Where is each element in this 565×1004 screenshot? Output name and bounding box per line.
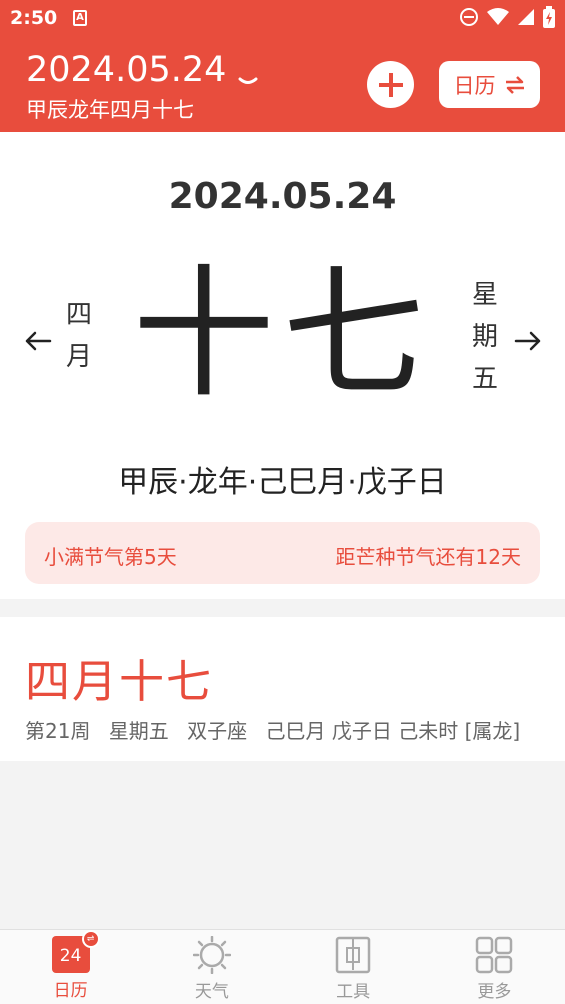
weekday-vertical: 星期五: [471, 280, 498, 394]
solar-term-bar[interactable]: 小满节气第5天 距芒种节气还有12天: [25, 522, 540, 584]
sun-icon: [192, 936, 231, 974]
week-number: 第21周: [25, 719, 91, 743]
toolbox-icon: [335, 936, 371, 974]
grid-icon: [476, 936, 513, 974]
current-solar-term: 小满节气第5天: [44, 545, 177, 569]
nav-label-calendar: 日历: [53, 981, 88, 1001]
calendar-icon: 24 ⇌: [51, 930, 100, 973]
lunar-details: 第21周 星期五 双子座 己巳月 戊子日 己未时 [属龙]: [25, 715, 532, 744]
lunar-title: 四月十七: [25, 655, 214, 708]
notification-icon: A: [73, 10, 87, 26]
calendar-app: 2:50 A 2024.05.24 甲辰龙年四月十七 日历 2024.05.24…: [0, 0, 565, 1004]
nav-label-weather: 天气: [194, 982, 229, 1002]
swap-badge-icon: ⇌: [81, 930, 100, 948]
bottom-navigation: 24 ⇌ 日历 天气 工具 更多: [0, 929, 565, 1004]
zodiac-sign: 双子座: [187, 719, 248, 743]
next-solar-term: 距芒种节气还有12天: [335, 545, 521, 569]
header-lunar-date: 甲辰龙年四月十七: [26, 98, 194, 122]
signal-icon: [518, 9, 534, 25]
ganzhi-details: 己巳月 戊子日 己未时 [属龙]: [265, 719, 521, 743]
calendar-switch-label: 日历: [453, 73, 496, 98]
selected-date: 2024.05.24: [168, 176, 397, 217]
swap-icon: [505, 75, 524, 94]
calendar-switch-button[interactable]: 日历: [439, 61, 540, 108]
date-card: 2024.05.24 四月 十七 星期五 甲辰·龙年·己巳月·戊子日 小满节气第…: [0, 132, 565, 599]
arrow-right-icon[interactable]: [514, 330, 542, 352]
calendar-day-number: 24: [59, 946, 82, 966]
top-header: 2:50 A 2024.05.24 甲辰龙年四月十七 日历: [0, 0, 565, 132]
status-time: 2:50: [10, 7, 58, 29]
ganzhi-text: 甲辰·龙年·己巳月·戊子日: [118, 465, 447, 500]
nav-item-weather[interactable]: 天气: [141, 930, 282, 1004]
wifi-icon: [487, 8, 509, 25]
nav-item-more[interactable]: 更多: [424, 930, 565, 1004]
nav-label-more: 更多: [477, 982, 512, 1002]
header-date[interactable]: 2024.05.24: [26, 50, 226, 90]
status-icons: [459, 6, 555, 28]
lunar-info-card[interactable]: 四月十七 第21周 星期五 双子座 己巳月 戊子日 己未时 [属龙]: [0, 617, 565, 761]
weekday: 星期五: [108, 719, 169, 743]
chevron-down-icon[interactable]: [236, 72, 260, 92]
nav-item-calendar[interactable]: 24 ⇌ 日历: [0, 930, 141, 1004]
nav-label-tools: 工具: [336, 982, 371, 1002]
do-not-disturb-icon: [460, 8, 478, 26]
add-event-button[interactable]: [367, 61, 414, 108]
plus-icon: [378, 72, 403, 97]
battery-icon: [543, 6, 555, 28]
nav-item-tools[interactable]: 工具: [283, 930, 424, 1004]
